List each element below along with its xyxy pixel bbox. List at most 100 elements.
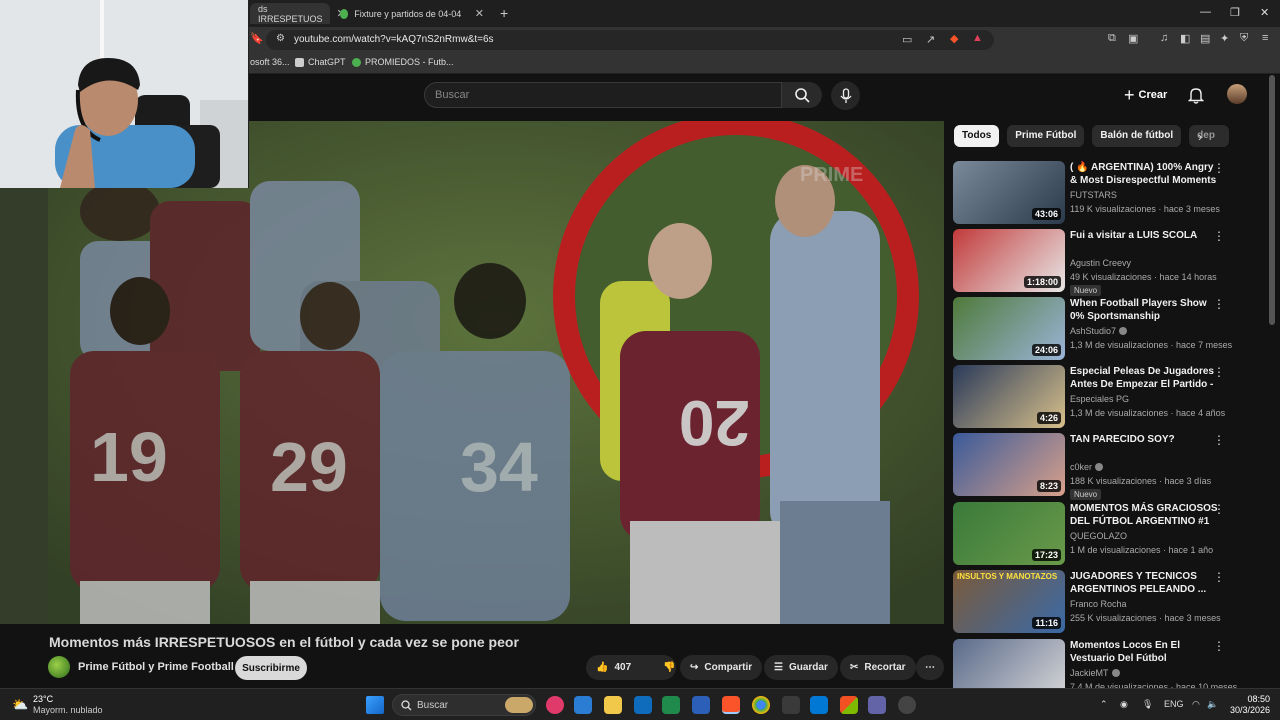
file-explorer-icon[interactable]	[604, 696, 622, 714]
more-options-icon[interactable]: ⋮	[1213, 639, 1225, 653]
menu-icon[interactable]: ≡	[1262, 32, 1268, 44]
recommendation-channel[interactable]: AshStudio7	[1070, 326, 1128, 336]
microphone-icon[interactable]: 🎙	[1142, 699, 1153, 710]
recommendation-channel[interactable]: Franco Rocha	[1070, 599, 1127, 609]
weather-temperature[interactable]: 23°C	[33, 694, 53, 704]
recommendation-item[interactable]: 1:18:00 Fui a visitar a LUIS SCOLA Agustin…	[953, 229, 1258, 296]
chip-prime-futbol[interactable]: Prime Fútbol	[1007, 125, 1085, 147]
recommendation-channel[interactable]: FUTSTARS	[1070, 190, 1117, 200]
like-button[interactable]: 👍 407	[586, 655, 641, 680]
recommendation-item[interactable]: 4:26 Especial Peleas De Jugadores Antes D…	[953, 365, 1258, 429]
start-windows-icon[interactable]	[366, 696, 384, 714]
page-scrollbar[interactable]	[1269, 75, 1275, 325]
taskbar-search[interactable]: Buscar	[392, 694, 536, 716]
bookmark-icon[interactable]: 🔖	[250, 32, 264, 45]
more-options-icon[interactable]: ⋮	[1213, 570, 1225, 584]
site-info-icon[interactable]: ⚙	[276, 33, 285, 44]
recommendation-title[interactable]: Fui a visitar a LUIS SCOLA	[1070, 229, 1220, 242]
vscode-icon[interactable]	[574, 696, 592, 714]
brave-shield-icon[interactable]: ◆	[950, 32, 958, 45]
recommendation-title[interactable]: When Football Players Show 0% Sportsmans…	[1070, 297, 1220, 323]
video-thumbnail[interactable]: 24:06	[953, 297, 1065, 360]
media-player-icon[interactable]	[546, 696, 564, 714]
tray-chevron-icon[interactable]: ⌃	[1100, 699, 1108, 710]
recommendation-channel[interactable]: Agustin Creevy	[1070, 258, 1131, 268]
tab-fixture[interactable]: Fixture y partidos de 04-04-2026 en ✕	[332, 3, 492, 24]
recommendation-item[interactable]: 17:23 MOMENTOS MÁS GRACIOSOS DEL FÚTBOL A…	[953, 502, 1258, 566]
chrome-icon[interactable]	[752, 696, 770, 714]
teams-icon[interactable]	[868, 696, 886, 714]
wifi-icon[interactable]: ◠	[1192, 699, 1200, 710]
wallet-icon[interactable]: ▤	[1200, 32, 1210, 45]
close-window-icon[interactable]: ✕	[1260, 6, 1269, 19]
recommendation-channel[interactable]: Especiales PG	[1070, 394, 1129, 404]
more-actions-button[interactable]: ⋯	[916, 655, 944, 680]
channel-name[interactable]: Prime Fútbol y Prime Football	[78, 661, 234, 673]
tab-youtube[interactable]: ds IRRESPETUOS ✕	[250, 3, 346, 24]
clip-button[interactable]: ✂ Recortar	[840, 655, 916, 680]
more-options-icon[interactable]: ⋮	[1213, 161, 1225, 175]
recommendation-channel[interactable]: QUEGOLAZO	[1070, 531, 1127, 541]
recommendation-title[interactable]: MOMENTOS MÁS GRACIOSOS DEL FÚTBOL ARGENT…	[1070, 502, 1220, 528]
recommendation-item[interactable]: 24:06 When Football Players Show 0% Sport…	[953, 297, 1258, 361]
tray-app-icon[interactable]: ◉	[1120, 699, 1128, 710]
new-tab-icon[interactable]: +	[500, 5, 508, 21]
recommendation-channel[interactable]: JackieMT	[1070, 668, 1120, 678]
recommendation-title[interactable]: TAN PARECIDO SOY?	[1070, 433, 1220, 446]
music-icon[interactable]: ♫	[1160, 32, 1168, 44]
chevron-right-icon[interactable]: ›	[1198, 129, 1202, 144]
video-thumbnail[interactable]: 1:18:00	[953, 229, 1065, 292]
extensions-icon[interactable]: ⧉	[1108, 32, 1116, 45]
vpn-icon[interactable]: ⛨	[1240, 32, 1248, 45]
taskbar-clock[interactable]: 08:50 30/3/2026	[1226, 694, 1270, 716]
brave-rewards-icon[interactable]: ▲	[972, 32, 983, 44]
notifications-icon[interactable]	[1188, 86, 1204, 104]
recommendation-item[interactable]: 8:23 TAN PARECIDO SOY? c0ker 188 K visualiz…	[953, 433, 1258, 500]
save-button[interactable]: ☰ Guardar	[764, 655, 838, 680]
create-button[interactable]: + Crear	[1124, 84, 1167, 106]
bookmark-promiedos[interactable]: PROMIEDOS - Futb...	[352, 57, 454, 67]
recommendation-title[interactable]: ( 🔥 ARGENTINA) 100% Angry & Most Disresp…	[1070, 161, 1220, 187]
brave-icon[interactable]	[722, 696, 740, 714]
minimize-icon[interactable]: —	[1200, 6, 1211, 18]
recommendation-item[interactable]: INSULTOS Y MANOTAZOS 11:16 JUGADORES Y TEC…	[953, 570, 1258, 634]
chip-dep[interactable]: dep	[1189, 125, 1230, 147]
share-icon[interactable]: ↗	[926, 33, 935, 46]
more-options-icon[interactable]: ⋮	[1213, 502, 1225, 516]
recommendation-item[interactable]: 43:06 ( 🔥 ARGENTINA) 100% Angry & Most Di…	[953, 161, 1258, 225]
voice-search-button[interactable]	[831, 81, 860, 110]
office-icon[interactable]	[840, 696, 858, 714]
video-thumbnail[interactable]: 43:06	[953, 161, 1065, 224]
recommendation-channel[interactable]: c0ker	[1070, 462, 1104, 472]
chip-todos[interactable]: Todos	[954, 125, 1000, 147]
more-options-icon[interactable]: ⋮	[1213, 229, 1225, 243]
language-indicator[interactable]: ENG	[1164, 699, 1184, 709]
leo-icon[interactable]: ✦	[1220, 32, 1229, 45]
more-options-icon[interactable]: ⋮	[1213, 433, 1225, 447]
recommendation-title[interactable]: Momentos Locos En El Vestuario Del Fútbo…	[1070, 639, 1220, 665]
app-icon[interactable]	[898, 696, 916, 714]
reading-icon[interactable]: ◧	[1180, 32, 1190, 45]
recommendation-title[interactable]: Especial Peleas De Jugadores Antes De Em…	[1070, 365, 1220, 391]
bookmark-microsoft[interactable]: osoft 36...	[250, 57, 290, 67]
account-avatar[interactable]	[1227, 84, 1247, 104]
search-input[interactable]: Buscar	[424, 82, 782, 108]
store-icon[interactable]	[810, 696, 828, 714]
search-button[interactable]	[782, 82, 822, 108]
restore-icon[interactable]: ❐	[1230, 6, 1240, 19]
video-thumbnail[interactable]: 4:26	[953, 365, 1065, 428]
close-tab-icon[interactable]: ✕	[475, 7, 484, 20]
weather-icon[interactable]: ⛅	[12, 697, 28, 713]
share-button[interactable]: ↪ Compartir	[680, 655, 763, 680]
video-player[interactable]: 19 29 34 20 PRIME	[0, 121, 944, 624]
more-options-icon[interactable]: ⋮	[1213, 297, 1225, 311]
video-thumbnail[interactable]: 8:23	[953, 433, 1065, 496]
channel-avatar[interactable]	[48, 656, 70, 678]
excel-icon[interactable]	[662, 696, 680, 714]
chip-balon-de-futbol[interactable]: Balón de fútbol	[1092, 125, 1182, 147]
video-thumbnail[interactable]: INSULTOS Y MANOTAZOS 11:16	[953, 570, 1065, 633]
calculator-icon[interactable]	[782, 696, 800, 714]
word-icon[interactable]	[692, 696, 710, 714]
volume-icon[interactable]: 🔈	[1207, 699, 1218, 710]
sidebar-icon[interactable]: ▣	[1128, 32, 1138, 45]
